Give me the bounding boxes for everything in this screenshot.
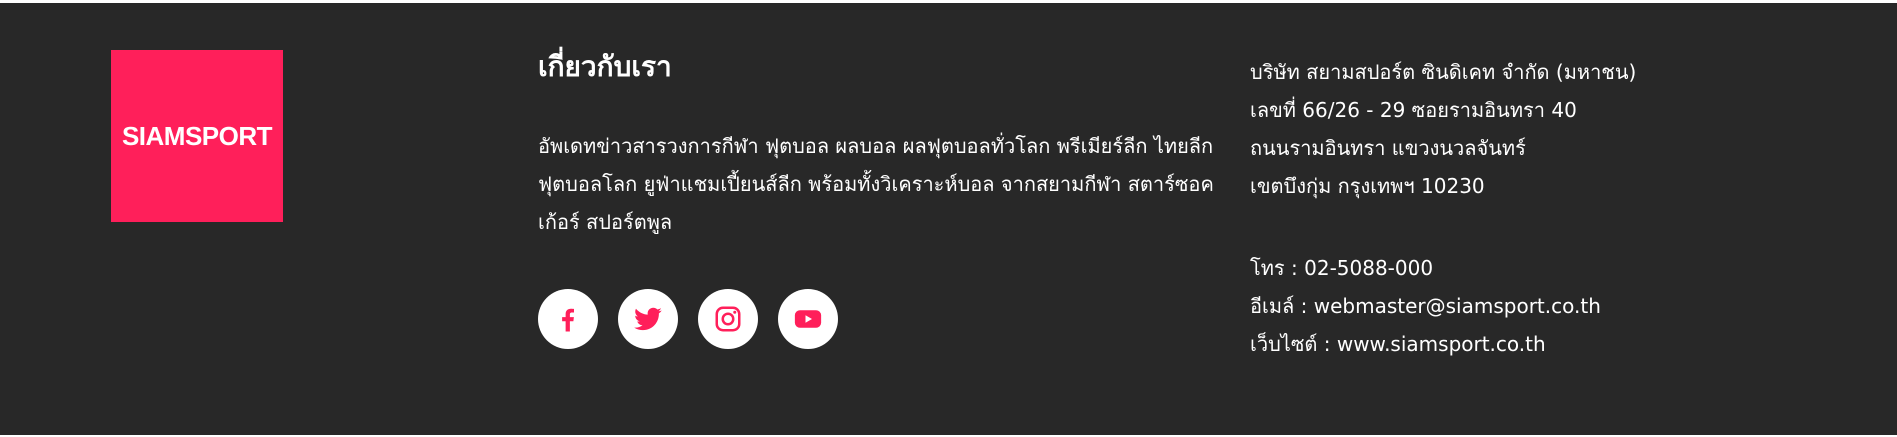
- address-line-2: ถนนรามอินทรา แขวงนวลจันทร์: [1250, 136, 1526, 160]
- email-link[interactable]: อีเมล์ : webmaster@siamsport.co.th: [1250, 287, 1870, 325]
- youtube-icon: [793, 304, 823, 334]
- social-links: [538, 289, 838, 349]
- facebook-button[interactable]: [538, 289, 598, 349]
- website-link[interactable]: เว็บไซต์ : www.siamsport.co.th: [1250, 325, 1870, 363]
- phone-number: โทร : 02-5088-000: [1250, 256, 1434, 280]
- youtube-button[interactable]: [778, 289, 838, 349]
- twitter-button[interactable]: [618, 289, 678, 349]
- contact-spacer: [1250, 205, 1870, 249]
- instagram-icon: [713, 304, 743, 334]
- logo-text: SIAMSPORT: [121, 120, 273, 151]
- about-title: เกี่ยวกับเรา: [538, 50, 672, 83]
- facebook-icon: [553, 304, 583, 334]
- company-name: บริษัท สยามสปอร์ต ซินดิเคท จำกัด (มหาชน): [1250, 60, 1637, 84]
- address-line-1: เลขที่ 66/26 - 29 ซอยรามอินทรา 40: [1250, 98, 1577, 122]
- site-footer: SIAMSPORT เกี่ยวกับเรา อัพเดทข่าวสารวงกา…: [0, 3, 1897, 435]
- address-line-3: เขตบึงกุ่ม กรุงเทพฯ 10230: [1250, 174, 1485, 198]
- about-section: เกี่ยวกับเรา อัพเดทข่าวสารวงการกีฬา ฟุตบ…: [538, 47, 1218, 241]
- siamsport-logo[interactable]: SIAMSPORT: [111, 50, 283, 222]
- twitter-icon: [633, 304, 663, 334]
- about-description: อัพเดทข่าวสารวงการกีฬา ฟุตบอล ผลบอล ผลฟุ…: [538, 134, 1214, 234]
- instagram-button[interactable]: [698, 289, 758, 349]
- contact-info: บริษัท สยามสปอร์ต ซินดิเคท จำกัด (มหาชน)…: [1250, 53, 1870, 363]
